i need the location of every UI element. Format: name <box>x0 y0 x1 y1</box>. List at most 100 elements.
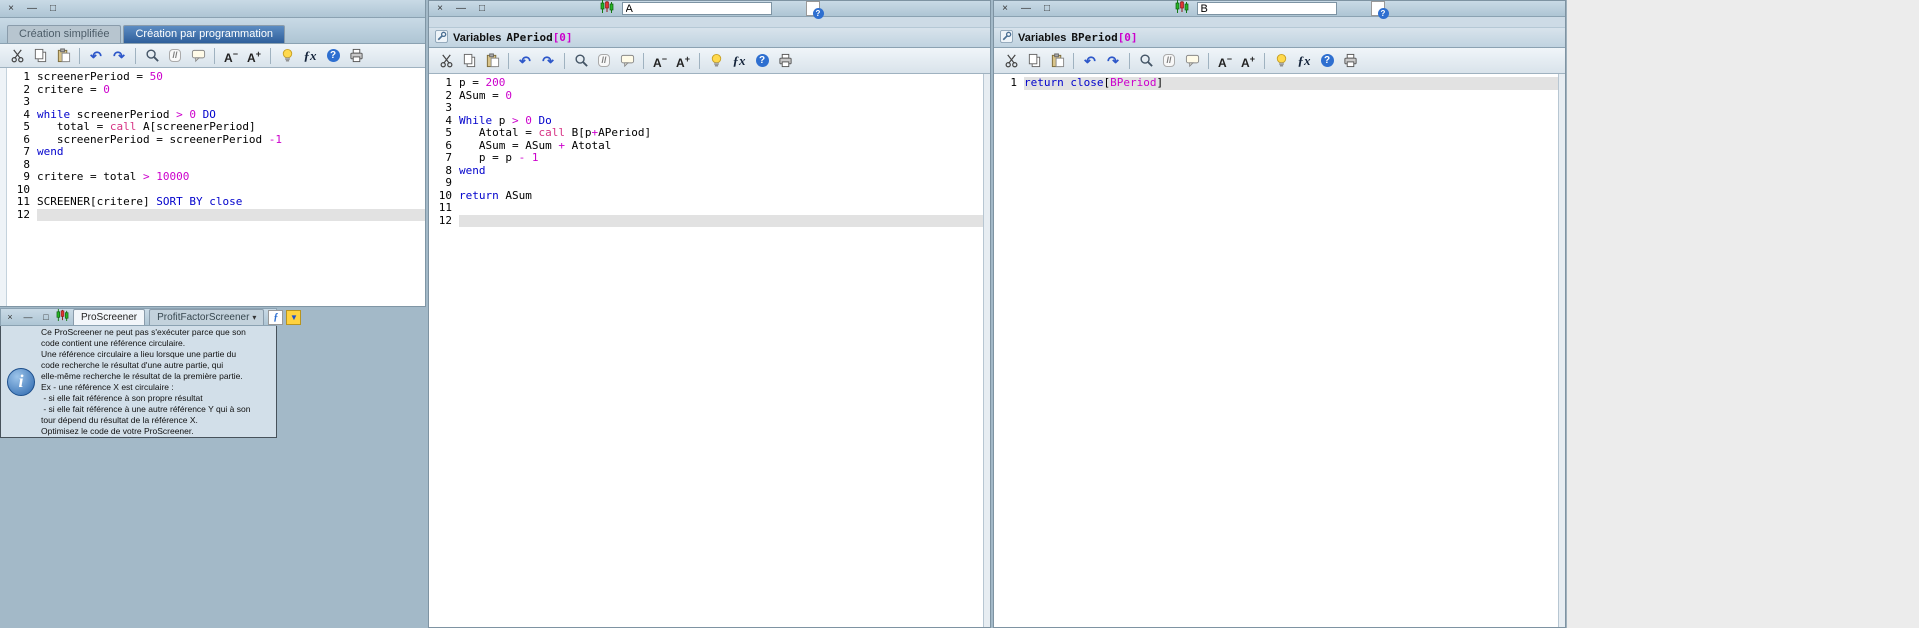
font-larger-button[interactable]: A+ <box>243 46 265 66</box>
bubble-button[interactable] <box>1181 51 1203 71</box>
print-button[interactable] <box>345 46 367 66</box>
functions-icon: ƒx <box>1297 52 1311 68</box>
search-button[interactable] <box>141 46 163 66</box>
cut-button[interactable] <box>1000 51 1022 71</box>
tab-profitfactorscreener[interactable]: ProfitFactorScreener ▾ <box>149 309 265 325</box>
search-button[interactable] <box>1135 51 1157 71</box>
line-number: 11 <box>438 201 452 214</box>
paste-button[interactable] <box>52 46 74 66</box>
comment-icon: // <box>169 49 181 62</box>
copy-button[interactable] <box>29 46 51 66</box>
copy-button[interactable] <box>1023 51 1045 71</box>
functions-button[interactable]: ƒx <box>299 46 321 66</box>
font-larger-button[interactable]: A+ <box>672 51 694 71</box>
function-name-input[interactable] <box>1196 2 1337 15</box>
code-line[interactable]: 7 p = p - 1 <box>429 151 983 165</box>
minimize-button[interactable]: — <box>455 3 467 14</box>
comment-button[interactable]: // <box>593 51 615 71</box>
code-editor[interactable]: 1 screenerPeriod = 50 2 critere = 0 3 4 while … <box>7 68 425 306</box>
vertical-scrollbar[interactable] <box>983 74 990 627</box>
help-button[interactable]: ? <box>751 51 773 71</box>
chart-icon <box>600 0 614 18</box>
close-button[interactable]: × <box>434 3 446 14</box>
code-line[interactable]: 12 <box>7 208 425 221</box>
bubble-button[interactable] <box>187 46 209 66</box>
print-icon <box>349 48 363 63</box>
code-line[interactable]: 7 wend <box>7 145 425 159</box>
code-line[interactable]: 12 <box>429 214 983 227</box>
functions-button[interactable]: ƒx <box>1293 51 1315 71</box>
toolbar-separator <box>564 52 565 69</box>
code-editor[interactable]: 1 return close[BPeriod] <box>994 74 1558 627</box>
cut-button[interactable] <box>435 51 457 71</box>
paste-icon <box>1051 53 1064 68</box>
font-smaller-button[interactable]: A− <box>649 51 671 71</box>
hint-button[interactable] <box>705 51 727 71</box>
vertical-scrollbar[interactable] <box>1558 74 1565 627</box>
line-number: 8 <box>23 157 30 171</box>
cut-button[interactable] <box>6 46 28 66</box>
code-line[interactable]: 9 critere = total > 10000 <box>7 170 425 184</box>
code-line[interactable]: 11 SCREENER[critere] SORT BY close <box>7 195 425 209</box>
redo-button[interactable]: ↷ <box>1102 51 1124 71</box>
search-button[interactable] <box>570 51 592 71</box>
tab-proscreener[interactable]: ProScreener <box>73 309 146 325</box>
speech-bubble-icon <box>1185 54 1199 68</box>
screener-code-area[interactable]: 1 screenerPeriod = 50 2 critere = 0 3 4 while … <box>0 68 425 306</box>
code-line[interactable]: 6 screenerPeriod = screenerPeriod -1 <box>7 133 425 147</box>
script-icon[interactable]: ƒ <box>268 309 284 325</box>
vertical-scrollbar[interactable] <box>0 68 7 306</box>
tab-creation-par-programmation[interactable]: Création par programmation <box>123 25 286 43</box>
print-button[interactable] <box>1339 51 1361 71</box>
font-larger-button[interactable]: A+ <box>1237 51 1259 71</box>
font-smaller-button[interactable]: A− <box>1214 51 1236 71</box>
maximize-button[interactable]: □ <box>1041 3 1053 14</box>
hint-button[interactable] <box>276 46 298 66</box>
functions-button[interactable]: ƒx <box>728 51 750 71</box>
maximize-button[interactable]: □ <box>47 3 59 14</box>
font-smaller-button[interactable]: A− <box>220 46 242 66</box>
help-icon[interactable]: ? <box>1370 1 1389 19</box>
bubble-button[interactable] <box>616 51 638 71</box>
undo-button[interactable]: ↶ <box>85 46 107 66</box>
function-a-code-area[interactable]: 1p = 200 2 ASum = 0 3 4 While p > 0 Do 5 Atota… <box>429 74 990 627</box>
code-line[interactable]: 11 <box>429 201 983 215</box>
minimize-button[interactable]: — <box>1020 3 1032 14</box>
hint-button[interactable] <box>1270 51 1292 71</box>
print-button[interactable] <box>774 51 796 71</box>
code-line[interactable]: 1 return close[BPeriod] <box>994 76 1558 90</box>
undo-button[interactable]: ↶ <box>1079 51 1101 71</box>
close-button[interactable]: × <box>999 3 1011 14</box>
copy-button[interactable] <box>458 51 480 71</box>
maximize-button[interactable]: □ <box>40 312 52 322</box>
maximize-button[interactable]: □ <box>476 3 488 14</box>
help-button[interactable]: ? <box>322 46 344 66</box>
undo-button[interactable]: ↶ <box>514 51 536 71</box>
search-icon <box>1139 54 1153 67</box>
minimize-button[interactable]: — <box>22 312 34 322</box>
code-line[interactable]: 2 critere = 0 <box>7 82 425 97</box>
code-line[interactable]: 2 ASum = 0 <box>429 89 983 103</box>
help-icon[interactable]: ? <box>805 1 824 19</box>
minimize-button[interactable]: — <box>26 3 38 14</box>
function-name-input[interactable] <box>621 2 772 15</box>
code-line[interactable]: 1 p = 200 <box>429 76 983 90</box>
code-line[interactable]: 10 return ASum <box>429 189 983 203</box>
close-button[interactable]: × <box>5 3 17 14</box>
comment-button[interactable]: // <box>164 46 186 66</box>
function-b-code-area[interactable]: 1 return close[BPeriod] <box>994 74 1565 627</box>
import-icon[interactable]: ▼ <box>286 309 302 325</box>
code-editor[interactable]: 1p = 200 2 ASum = 0 3 4 While p > 0 Do 5 Atota… <box>429 74 983 627</box>
code-text: critere = 0 <box>37 82 110 96</box>
comment-button[interactable]: // <box>1158 51 1180 71</box>
paste-button[interactable] <box>1046 51 1068 71</box>
window-controls: × — □ <box>5 3 59 14</box>
code-line[interactable]: 8 wend <box>429 164 983 178</box>
help-button[interactable]: ? <box>1316 51 1338 71</box>
paste-button[interactable] <box>481 51 503 71</box>
tab-creation-simplifiee[interactable]: Création simplifiée <box>7 25 122 43</box>
variable-index: [0] <box>552 31 573 44</box>
redo-button[interactable]: ↷ <box>537 51 559 71</box>
redo-button[interactable]: ↷ <box>108 46 130 66</box>
close-button[interactable]: × <box>4 312 16 322</box>
